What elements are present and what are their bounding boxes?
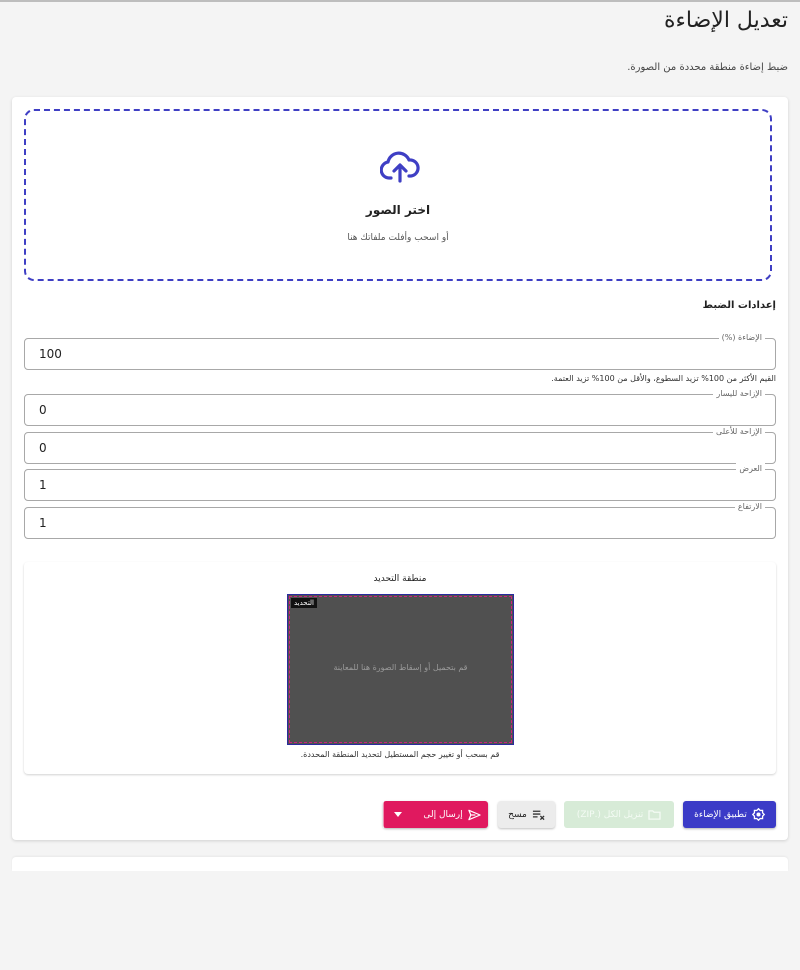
folder-icon bbox=[648, 810, 661, 820]
width-field[interactable]: العرض bbox=[24, 463, 776, 501]
field-label: الإضاءة (%) bbox=[718, 332, 765, 344]
top-offset-input[interactable] bbox=[39, 433, 639, 463]
download-zip-button[interactable]: تنزيل الكل (.ZIP) bbox=[564, 801, 674, 828]
tool-card: اختر الصور أو اسحب وأفلت ملفاتك هنا إعدا… bbox=[12, 97, 788, 840]
page-description: ضبط إضاءة منطقة محددة من الصورة. bbox=[627, 62, 788, 73]
page-title: تعديل الإضاءة bbox=[664, 8, 788, 33]
apply-brightness-button[interactable]: تطبيق الإضاءة bbox=[683, 801, 776, 828]
send-main[interactable]: إرسال إلى bbox=[416, 801, 488, 828]
clear-button[interactable]: مسح bbox=[498, 801, 555, 828]
selection-panel: منطقة التحديد التحديد قم بتحميل أو إسقاط… bbox=[24, 562, 776, 774]
selection-note: قم بسحب أو تغيير حجم المستطيل لتحديد الم… bbox=[300, 750, 500, 759]
cloud-upload-icon bbox=[380, 151, 420, 183]
width-input[interactable] bbox=[39, 470, 639, 500]
clear-button-label: مسح bbox=[508, 809, 527, 820]
left-offset-field[interactable]: الإزاحة لليسار bbox=[24, 388, 776, 426]
brightness-input[interactable] bbox=[39, 339, 639, 369]
selection-preview[interactable]: التحديد قم بتحميل أو إسقاط الصورة هنا لل… bbox=[287, 594, 514, 745]
height-input[interactable] bbox=[39, 508, 639, 538]
left-offset-input[interactable] bbox=[39, 395, 639, 425]
brightness-field[interactable]: الإضاءة (%) bbox=[24, 332, 776, 370]
send-menu-toggle[interactable] bbox=[383, 801, 411, 828]
top-border bbox=[0, 0, 800, 2]
brightness-icon bbox=[751, 808, 765, 821]
top-offset-field[interactable]: الإزاحة للأعلى bbox=[24, 426, 776, 464]
send-icon bbox=[467, 809, 481, 820]
caret-down-icon bbox=[393, 812, 402, 817]
field-label: الإزاحة لليسار bbox=[713, 388, 765, 400]
send-button-label: إرسال إلى bbox=[423, 809, 463, 820]
zip-button-label: تنزيل الكل (.ZIP) bbox=[576, 809, 644, 820]
settings-title: إعدادات الضبط bbox=[702, 300, 776, 311]
dropzone-subtitle: أو اسحب وأفلت ملفاتك هنا bbox=[347, 233, 449, 243]
clear-list-icon bbox=[532, 810, 545, 820]
field-label: العرض bbox=[736, 463, 765, 475]
height-field[interactable]: الارتفاع bbox=[24, 501, 776, 539]
field-label: الارتفاع bbox=[734, 501, 765, 513]
preview-placeholder: قم بتحميل أو إسقاط الصورة هنا للمعاينة bbox=[333, 663, 468, 672]
selection-title: منطقة التحديد bbox=[373, 574, 427, 584]
apply-button-label: تطبيق الإضاءة bbox=[694, 809, 747, 820]
brightness-helper: القيم الأكثر من 100% تزيد السطوع، والأقل… bbox=[551, 374, 776, 383]
secondary-card bbox=[12, 857, 788, 871]
send-to-button[interactable]: إرسال إلى bbox=[383, 801, 488, 828]
image-dropzone[interactable]: اختر الصور أو اسحب وأفلت ملفاتك هنا bbox=[24, 109, 772, 281]
field-label: الإزاحة للأعلى bbox=[713, 426, 765, 438]
selection-tag: التحديد bbox=[291, 598, 318, 608]
dropzone-title: اختر الصور bbox=[365, 203, 431, 217]
